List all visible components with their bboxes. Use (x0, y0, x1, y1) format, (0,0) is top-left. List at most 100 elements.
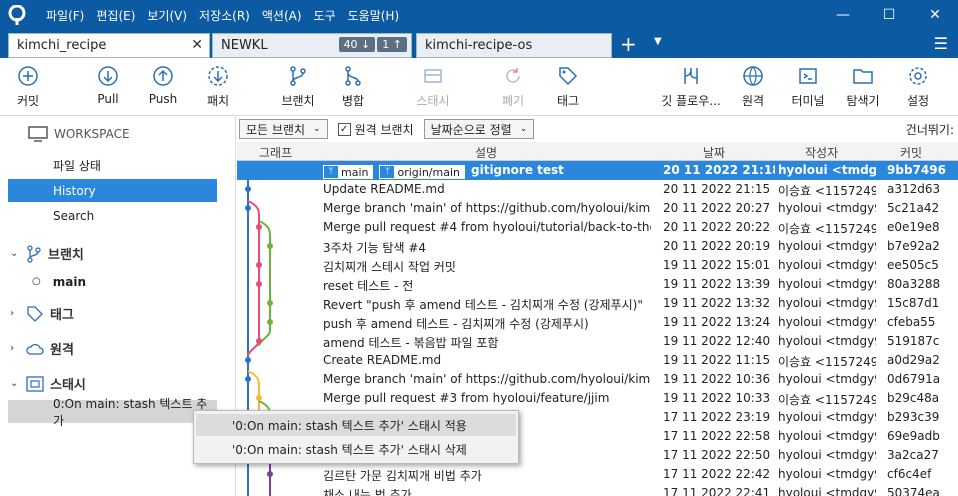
commit-row[interactable]: Revert "push 후 amend 테스트 - 김치찌개 수정 (강제푸시… (237, 294, 958, 313)
commit-row[interactable]: 김르탄 가문 김치찌개 비법 추가 17 11 2022 22:42 hyoloui… (237, 465, 958, 484)
commit-hash: 519187c (887, 334, 940, 348)
commit-row[interactable]: Merge branch 'main' of https://github.co… (237, 370, 958, 389)
minimize-icon[interactable]: — (820, 0, 866, 30)
sidebar-item-stash-0[interactable]: 0:On main: stash 텍스트 추가 (8, 397, 217, 428)
commit-row[interactable]: 채소 내는 법 추가 17 11 2022 22:41 hyoloui <tmdgy… (237, 484, 958, 496)
commit-author: hyoloui <tmdgy92 (778, 239, 876, 253)
tag-icon (559, 67, 578, 86)
chevron-down-icon: ⌄ (313, 124, 321, 134)
commit-description: reset 테스트 - 전 (323, 279, 414, 293)
explorer-button[interactable]: 탐색기 (833, 64, 893, 109)
branch-filter-dropdown[interactable]: 모든 브랜치 ⌄ (239, 119, 328, 139)
sidebar-section-stashes[interactable]: ⌄ 스태시 (10, 374, 86, 393)
commit-description: Update README.md (323, 182, 445, 196)
commit-row[interactable]: reset 테스트 - 전 19 11 2022 13:39 hyoloui <tm… (237, 275, 958, 294)
commit-hash: b293c39 (887, 410, 940, 424)
new-tab-plus-icon[interactable]: + (620, 32, 637, 56)
commit-description: ᛘ main ᛘ origin/main gitignore test (323, 163, 651, 179)
tab-kimchi-recipe-os[interactable]: kimchi-recipe-os (416, 33, 612, 58)
menu-file[interactable]: 파일(F) (40, 7, 90, 24)
branch-ref-label[interactable]: ᛘ main (323, 165, 374, 179)
commit-description: 김치찌개 스테시 작업 커밋 (323, 260, 456, 274)
stash-icon (424, 69, 442, 83)
menu-view[interactable]: 보기(V) (141, 7, 193, 24)
commit-description: Merge branch 'main' of https://github.co… (323, 201, 651, 215)
discard-button[interactable]: 폐기 (483, 64, 543, 109)
title-bar: 파일(F) 편집(E) 보기(V) 저장소(R) 액션(A) 도구 도움말(H)… (0, 0, 958, 30)
fetch-button[interactable]: 패치 (188, 64, 248, 109)
sourcetree-logo-icon (6, 4, 28, 26)
chevron-right-icon: › (10, 343, 15, 354)
remote-branches-checkbox[interactable]: ✓ 원격 브랜치 (337, 121, 414, 138)
commit-date: 19 11 2022 13:32 (663, 296, 771, 310)
column-author[interactable]: 작성자 (805, 144, 838, 161)
tab-kimchi-recipe[interactable]: kimchi_recipe ✕ (8, 33, 210, 58)
sidebar-item-file-status[interactable]: 파일 상태 (8, 154, 217, 177)
menu-edit[interactable]: 편집(E) (90, 7, 141, 24)
menu-help[interactable]: 도움말(H) (342, 7, 406, 24)
tab-newkl[interactable]: NEWKL 40 ↓ 1 ↑ (212, 33, 412, 58)
column-commit[interactable]: 커밋 (900, 144, 922, 161)
hamburger-menu-icon[interactable]: ☰ (934, 34, 948, 53)
commit-hash: 15c87d1 (887, 296, 940, 310)
commit-hash: 69e9adb (887, 429, 940, 443)
sort-order-dropdown[interactable]: 날짜순으로 정렬 ⌄ (423, 119, 535, 139)
commit-hash: cfeba55 (887, 315, 936, 329)
pull-button[interactable]: Pull (78, 64, 138, 106)
commit-row[interactable]: amend 테스트 - 볶음밥 파일 포함 19 11 2022 12:40 hyo… (237, 332, 958, 351)
close-tab-icon[interactable]: ✕ (191, 37, 203, 53)
git-flow-button[interactable]: 깃 플로우... (656, 64, 726, 109)
tab-list-chevron-down-icon[interactable]: ▼ (654, 36, 662, 47)
tab-label: NEWKL (221, 38, 268, 53)
menu-tools[interactable]: 도구 (308, 7, 342, 24)
column-date[interactable]: 날짜 (703, 144, 725, 161)
branch-button[interactable]: 브랜치 (268, 64, 328, 109)
apply-stash-menu-item[interactable]: '0:On main: stash 텍스트 추가' 스태시 적용 (196, 414, 516, 436)
commit-row[interactable]: 3주차 기능 탐색 #4 20 11 2022 20:19 hyoloui <tmd… (237, 237, 958, 256)
close-icon[interactable]: ✕ (912, 0, 958, 30)
commit-row[interactable]: Merge branch 'main' of https://github.co… (237, 199, 958, 218)
commit-date: 19 11 2022 10:36 (663, 372, 771, 386)
remote-button[interactable]: 원격 (723, 64, 783, 109)
commit-row[interactable]: Create README.md 19 11 2022 11:15 이승효 <115… (237, 351, 958, 370)
delete-stash-menu-item[interactable]: '0:On main: stash 텍스트 추가' 스태시 삭제 (196, 438, 516, 460)
terminal-button[interactable]: 터미널 (778, 64, 838, 109)
sidebar-section-remotes[interactable]: › 원격 (10, 339, 74, 358)
column-description[interactable]: 설명 (475, 144, 497, 161)
commit-author: hyoloui <tmdgy92 (778, 315, 876, 329)
commit-hash: cf6c4ef (887, 467, 932, 481)
commit-description: 3주차 기능 탐색 #4 (323, 241, 427, 255)
commit-hash: b29c48a (887, 391, 940, 405)
sidebar-item-branch-main[interactable]: ○ main (8, 270, 217, 293)
chevron-down-icon: ⌄ (10, 378, 19, 389)
commit-row[interactable]: Update README.md 20 11 2022 21:15 이승효 <115… (237, 180, 958, 199)
sidebar-section-tags[interactable]: › 태그 (10, 304, 74, 323)
merge-button[interactable]: 병합 (323, 64, 383, 109)
commit-hash: e0e19e8 (887, 220, 940, 234)
commit-hash: a312d63 (887, 182, 941, 196)
stash-button[interactable]: 스태시 (403, 64, 463, 109)
sidebar-item-search[interactable]: Search (8, 204, 217, 227)
commit-row[interactable]: Merge pull request #3 from hyoloui/featu… (237, 389, 958, 408)
menu-actions[interactable]: 액션(A) (256, 7, 308, 24)
commit-date: 19 11 2022 13:39 (663, 277, 771, 291)
jump-to-label: 건너뛰기: (905, 122, 954, 137)
branch-ref-label[interactable]: ᛘ origin/main (379, 165, 465, 179)
commit-description: Merge pull request #4 from hyoloui/tutor… (323, 220, 651, 234)
commit-row[interactable]: push 후 amend 테스트 - 김치찌개 수정 (강제푸시) 19 11 2… (237, 313, 958, 332)
maximize-icon[interactable]: ☐ (866, 0, 912, 30)
commit-description: 김르탄 가문 김치찌개 비법 추가 (323, 469, 482, 483)
folder-icon (853, 69, 873, 84)
fetch-icon (208, 66, 228, 86)
commit-row[interactable]: 김치찌개 스테시 작업 커밋 19 11 2022 15:01 hyoloui <t… (237, 256, 958, 275)
tag-button[interactable]: 태그 (538, 64, 598, 109)
column-graph[interactable]: 그래프 (259, 144, 292, 161)
settings-button[interactable]: 설정 (888, 64, 948, 109)
commit-button[interactable]: 커밋 (0, 64, 58, 109)
push-button[interactable]: Push (133, 64, 193, 106)
sidebar-item-history[interactable]: History (8, 179, 217, 202)
commit-row[interactable]: ᛘ main ᛘ origin/main gitignore test 20 11 202… (237, 161, 958, 180)
commit-row[interactable]: Merge pull request #4 from hyoloui/tutor… (237, 218, 958, 237)
menu-repository[interactable]: 저장소(R) (193, 7, 256, 24)
sidebar-section-branches[interactable]: ⌄ 브랜치 (10, 244, 84, 263)
